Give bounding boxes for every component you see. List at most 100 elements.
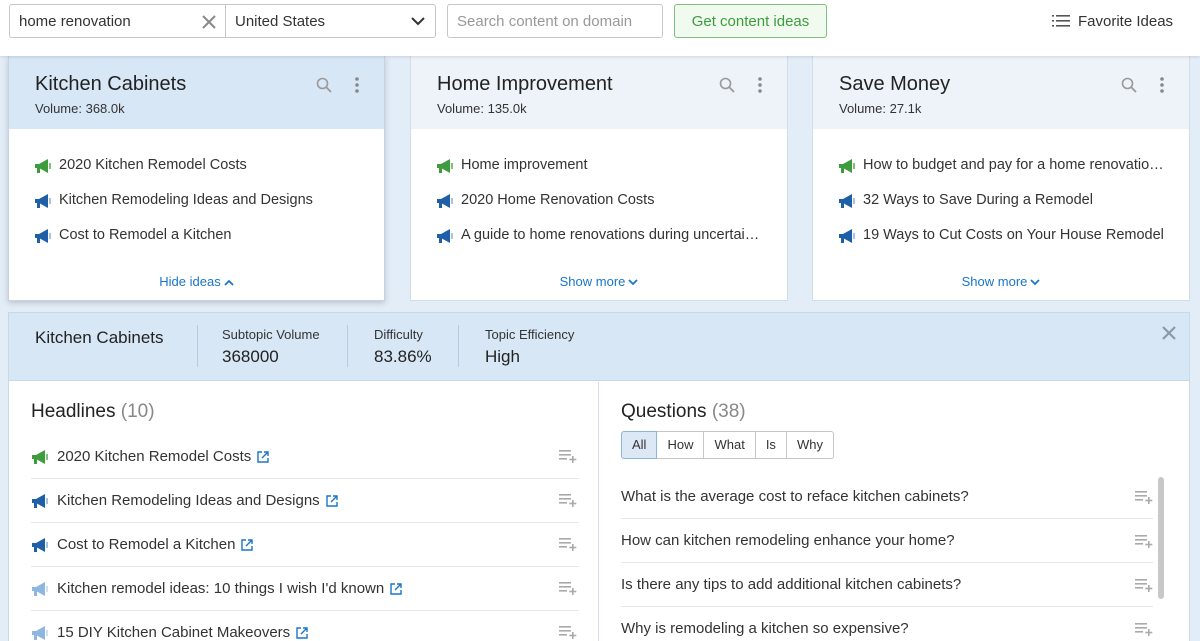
show-more-label: Show more [961, 274, 1028, 289]
filter-how[interactable]: How [657, 431, 705, 459]
add-to-list-icon[interactable] [1135, 578, 1153, 592]
card-volume: Volume: 368.0k [35, 101, 125, 116]
hide-ideas-link[interactable]: Hide ideas [9, 274, 384, 289]
card-idea-item[interactable]: 19 Ways to Cut Costs on Your House Remod… [813, 227, 1189, 262]
headline-row[interactable]: Kitchen remodel ideas: 10 things I wish … [31, 567, 579, 611]
questions-scrollbar[interactable] [1158, 477, 1164, 599]
question-row[interactable]: What is the average cost to reface kitch… [621, 475, 1153, 519]
card-header: Home Improvement Volume: 135.0k [411, 56, 787, 129]
search-icon[interactable] [719, 77, 735, 93]
topic-card-kitchen-cabinets[interactable]: Kitchen Cabinets Volume: 368.0k 2020 Kit… [8, 56, 385, 301]
idea-text: A guide to home renovations during uncer… [461, 227, 760, 243]
question-filter-group: All How What Is Why [621, 431, 834, 459]
more-options-icon[interactable] [757, 76, 763, 94]
search-icon[interactable] [1121, 77, 1137, 93]
get-content-ideas-button[interactable]: Get content ideas [674, 4, 827, 38]
card-idea-item[interactable]: Home improvement [411, 157, 787, 192]
close-icon[interactable] [1161, 325, 1177, 341]
keyword-value: home renovation [19, 13, 131, 30]
external-link-icon[interactable] [390, 583, 402, 595]
headline-text[interactable]: Kitchen Remodeling Ideas and Designs [57, 492, 320, 509]
external-link-icon[interactable] [241, 539, 253, 551]
add-to-list-icon[interactable] [559, 581, 577, 595]
filter-is[interactable]: Is [755, 431, 787, 459]
external-link-icon[interactable] [326, 495, 338, 507]
keyword-input[interactable]: home renovation [9, 4, 225, 38]
search-icon[interactable] [316, 77, 332, 93]
more-options-icon[interactable] [1159, 76, 1165, 94]
favorite-ideas-link[interactable]: Favorite Ideas [1052, 11, 1173, 31]
difficulty-stat: Difficulty 83.86% [374, 327, 432, 367]
card-idea-item[interactable]: A guide to home renovations during uncer… [411, 227, 787, 262]
add-to-list-icon[interactable] [1135, 534, 1153, 548]
questions-count: (38) [711, 401, 746, 422]
filter-all[interactable]: All [621, 431, 658, 459]
blue-megaphone-icon [436, 228, 454, 244]
domain-search-input[interactable] [447, 4, 663, 38]
filter-why[interactable]: Why [786, 431, 834, 459]
card-volume: Volume: 135.0k [437, 101, 527, 116]
external-link-icon[interactable] [257, 451, 269, 463]
blue-megaphone-icon [34, 193, 52, 209]
add-to-list-icon[interactable] [559, 449, 577, 463]
headline-text[interactable]: 2020 Kitchen Remodel Costs [57, 448, 251, 465]
question-text: How can kitchen remodeling enhance your … [621, 532, 955, 549]
idea-text: How to budget and pay for a home renovat… [863, 157, 1164, 173]
add-to-list-icon[interactable] [1135, 622, 1153, 636]
green-megaphone-icon [436, 158, 454, 174]
country-select[interactable]: United States [225, 4, 436, 38]
questions-label: Questions [621, 401, 707, 422]
blue-megaphone-icon [31, 493, 49, 509]
subtopic-volume-stat: Subtopic Volume 368000 [222, 327, 320, 367]
question-row[interactable]: How can kitchen remodeling enhance your … [621, 519, 1153, 563]
headline-text[interactable]: 15 DIY Kitchen Cabinet Makeovers [57, 624, 290, 641]
divider [197, 325, 198, 367]
headline-row[interactable]: Kitchen Remodeling Ideas and Designs [31, 479, 579, 523]
add-to-list-icon[interactable] [559, 625, 577, 639]
blue-megaphone-icon [838, 193, 856, 209]
card-header: Kitchen Cabinets Volume: 368.0k [9, 56, 384, 129]
more-options-icon[interactable] [354, 76, 360, 94]
chevron-down-icon [411, 17, 425, 26]
question-row[interactable]: Why is remodeling a kitchen so expensive… [621, 607, 1153, 641]
headline-row[interactable]: Cost to Remodel a Kitchen [31, 523, 579, 567]
favorite-ideas-label: Favorite Ideas [1078, 12, 1174, 30]
topic-card-home-improvement[interactable]: Home Improvement Volume: 135.0k Home imp… [410, 56, 788, 301]
idea-text: Cost to Remodel a Kitchen [59, 227, 232, 243]
headlines-label: Headlines [31, 401, 116, 422]
green-megaphone-icon [34, 158, 52, 174]
card-idea-item[interactable]: Kitchen Remodeling Ideas and Designs [9, 192, 384, 227]
card-idea-item[interactable]: Cost to Remodel a Kitchen [9, 227, 384, 262]
idea-text: Kitchen Remodeling Ideas and Designs [59, 192, 313, 208]
headlines-title: Headlines (10) [31, 401, 155, 423]
card-idea-item[interactable]: 2020 Home Renovation Costs [411, 192, 787, 227]
card-idea-item[interactable]: 32 Ways to Save During a Remodel [813, 192, 1189, 227]
headline-row[interactable]: 15 DIY Kitchen Cabinet Makeovers [31, 611, 579, 641]
external-link-icon[interactable] [296, 627, 308, 639]
idea-text: 19 Ways to Cut Costs on Your House Remod… [863, 227, 1164, 243]
chevron-down-icon [628, 279, 639, 286]
add-to-list-icon[interactable] [559, 493, 577, 507]
card-idea-item[interactable]: How to budget and pay for a home renovat… [813, 157, 1189, 192]
green-megaphone-icon [31, 449, 49, 465]
green-megaphone-icon [838, 158, 856, 174]
headline-text[interactable]: Kitchen remodel ideas: 10 things I wish … [57, 580, 384, 597]
card-idea-item[interactable]: 2020 Kitchen Remodel Costs [9, 157, 384, 192]
blue-megaphone-icon [34, 228, 52, 244]
show-more-link[interactable]: Show more [411, 274, 787, 289]
show-more-link[interactable]: Show more [813, 274, 1189, 289]
headline-row[interactable]: 2020 Kitchen Remodel Costs [31, 435, 579, 479]
add-to-list-icon[interactable] [559, 537, 577, 551]
filter-what[interactable]: What [704, 431, 756, 459]
headline-text[interactable]: Cost to Remodel a Kitchen [57, 536, 235, 553]
question-row[interactable]: Is there any tips to add additional kitc… [621, 563, 1153, 607]
questions-list: What is the average cost to reface kitch… [621, 475, 1153, 641]
card-header: Save Money Volume: 27.1k [813, 56, 1189, 129]
list-icon [1052, 15, 1070, 27]
topic-card-save-money[interactable]: Save Money Volume: 27.1k How to budget a… [812, 56, 1190, 301]
clear-icon[interactable] [201, 14, 217, 30]
topic-detail-panel: Kitchen Cabinets Subtopic Volume 368000 … [8, 312, 1190, 641]
headlines-list: 2020 Kitchen Remodel Costs Kitchen Remod… [31, 435, 579, 641]
add-to-list-icon[interactable] [1135, 490, 1153, 504]
blue-megaphone-icon [31, 537, 49, 553]
